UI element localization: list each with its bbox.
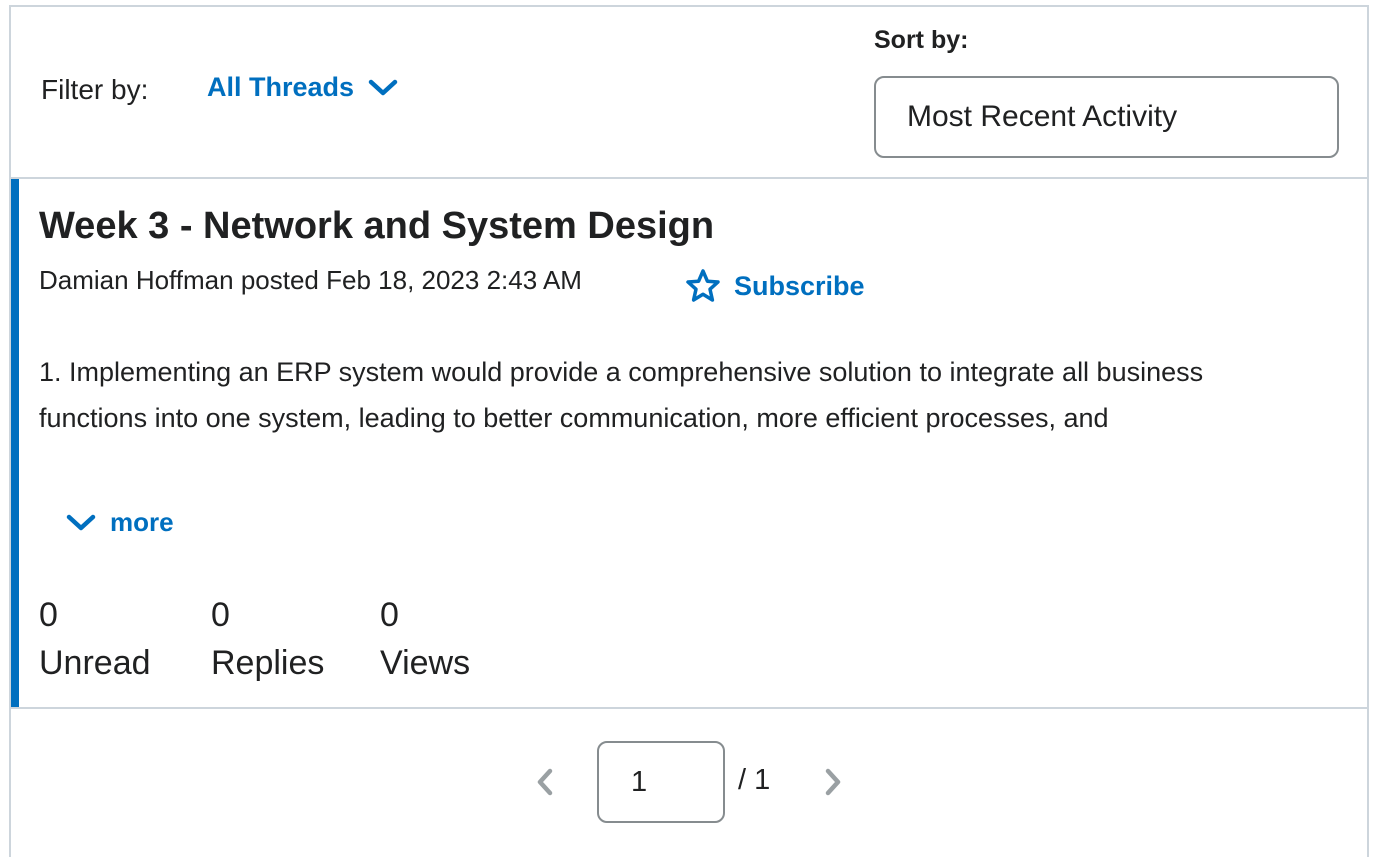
body-line: functions into one system, leading to be… — [39, 403, 1109, 433]
sort-label: Sort by: — [874, 26, 969, 54]
stat-views: 0 Views — [380, 591, 470, 687]
thread-title[interactable]: Week 3 - Network and System Design — [39, 205, 714, 248]
thread-meta: Damian Hoffman posted Feb 18, 2023 2:43 … — [39, 265, 582, 295]
page-number-value: 1 — [631, 766, 648, 798]
stat-value: 0 — [39, 596, 58, 634]
filter-dropdown[interactable]: All Threads — [207, 72, 398, 103]
stat-value: 0 — [211, 596, 230, 634]
stat-label: Views — [380, 644, 471, 682]
sort-select-value: Most Recent Activity — [907, 100, 1178, 133]
thread-stats: 0 Unread 0 Replies 0 Views — [39, 591, 470, 687]
chevron-down-icon — [66, 514, 96, 530]
more-button[interactable]: more — [66, 507, 174, 538]
thread-body-preview: 1. Implementing an ERP system would prov… — [39, 349, 1339, 441]
subscribe-label: Subscribe — [734, 270, 865, 301]
filter-label: Filter by: — [41, 74, 149, 105]
truncated-text-fade: . . .. .. . . .. . . .. .. . . . . .. . … — [39, 473, 1339, 479]
star-outline-icon — [686, 269, 720, 302]
page-total: / 1 — [738, 764, 771, 796]
thread-card[interactable]: Week 3 - Network and System Design Damia… — [11, 179, 1367, 708]
selected-accent-bar — [11, 179, 19, 708]
page-number-input[interactable]: 1 — [597, 741, 725, 823]
body-line: 1. Implementing an ERP system would prov… — [39, 357, 1204, 387]
stat-label: Replies — [211, 644, 325, 682]
chevron-down-icon — [368, 79, 398, 95]
more-label: more — [110, 507, 174, 537]
chevron-right-icon — [825, 768, 841, 796]
stat-unread: 0 Unread — [39, 591, 211, 687]
chevron-left-icon — [537, 768, 553, 796]
stat-value: 0 — [380, 596, 399, 634]
sort-select[interactable]: Most Recent Activity — [874, 76, 1339, 158]
divider — [11, 707, 1367, 709]
filter-dropdown-label: All Threads — [207, 72, 355, 102]
stat-label: Unread — [39, 644, 151, 682]
previous-page-button[interactable] — [532, 767, 558, 797]
subscribe-button[interactable]: Subscribe — [684, 267, 865, 305]
stat-replies: 0 Replies — [211, 591, 380, 687]
next-page-button[interactable] — [820, 767, 846, 797]
